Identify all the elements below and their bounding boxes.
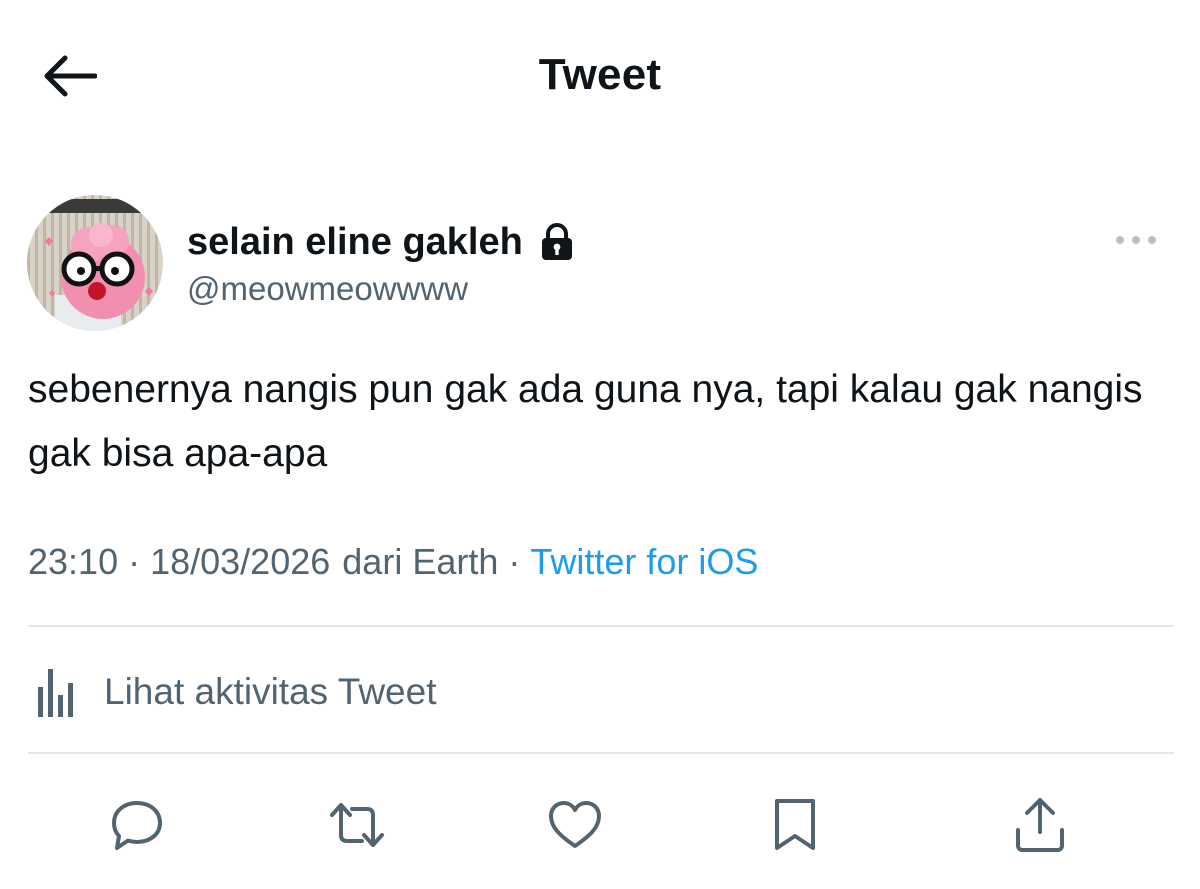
page-title: Tweet	[538, 50, 662, 99]
retweet-icon	[326, 797, 388, 853]
reply-icon	[109, 797, 165, 853]
tweet-meta: 23:10 · 18/03/2026 dari Earth · Twitter …	[28, 536, 758, 588]
meta-separator: ·	[128, 541, 141, 582]
lock-icon	[537, 222, 577, 262]
share-button[interactable]	[1005, 790, 1075, 860]
tweet-date[interactable]: 18/03/2026	[150, 541, 330, 583]
reply-button[interactable]	[102, 790, 172, 860]
divider	[28, 752, 1174, 754]
heart-icon	[547, 799, 603, 851]
like-button[interactable]	[540, 790, 610, 860]
meta-separator: ·	[508, 541, 521, 582]
retweet-button[interactable]	[322, 790, 392, 860]
tweet-time[interactable]: 23:10	[28, 541, 118, 583]
analytics-bar-icon	[28, 665, 80, 719]
view-tweet-activity[interactable]: Lihat aktivitas Tweet	[28, 660, 437, 724]
more-button[interactable]	[1100, 222, 1172, 258]
author-row: selain eline gakleh	[187, 214, 577, 270]
display-name[interactable]: selain eline gakleh	[187, 221, 523, 264]
tweet-location: dari Earth	[342, 541, 499, 582]
author-handle[interactable]: @meowmeowwww	[187, 270, 468, 308]
share-icon	[1012, 796, 1068, 854]
divider	[28, 625, 1174, 627]
avatar[interactable]	[27, 195, 163, 331]
bookmark-button[interactable]	[760, 790, 830, 860]
tweet-actions	[0, 790, 1200, 860]
top-bar: Tweet	[0, 0, 1200, 150]
bookmark-icon	[772, 797, 818, 853]
tweet-text: sebenernya nangis pun gak ada guna nya, …	[28, 368, 1143, 475]
activity-label: Lihat aktivitas Tweet	[104, 671, 437, 712]
more-horizontal-icon	[1114, 234, 1158, 246]
tweet-source-link[interactable]: Twitter for iOS	[530, 541, 758, 583]
